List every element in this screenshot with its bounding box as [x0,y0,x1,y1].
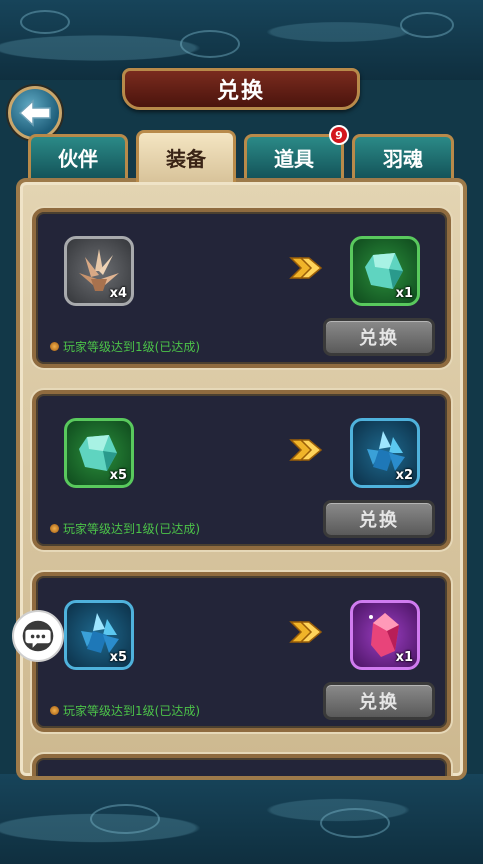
exchange-arrow-icon [289,439,323,461]
tab-label: 伙伴 [58,147,98,171]
exchange-button[interactable]: 兑换 [323,682,435,720]
chat-bubble-icon [22,620,54,652]
exchange-panel: x4 x1 玩家等级达到1级(已达成) 兑换 x5 x2 玩家等级达到1级(已达… [16,178,467,780]
back-arrow-icon [18,99,51,127]
item-quantity: x5 [109,650,127,665]
exchange-arrow-icon [289,257,323,279]
exchange-card: x5 x1 玩家等级达到1级(已达成) 兑换 [32,572,451,732]
bottom-ornament-background [0,774,483,864]
exchange-arrow-icon [289,621,323,643]
cloud-ornament [400,12,454,38]
tab-partners[interactable]: 伙伴 [28,134,128,178]
exchange-card [32,754,451,776]
bullet-icon [50,342,59,351]
tab-feather-soul[interactable]: 羽魂 [352,134,454,178]
page-title: 兑换 [216,79,265,104]
cloud-ornament [320,808,390,838]
tab-equipment[interactable]: 装备 [136,130,236,182]
tab-label: 羽魂 [383,147,423,171]
condition-row: 玩家等级达到1级(已达成) [50,338,200,355]
cloud-ornament [20,10,70,34]
exchange-button-label: 兑换 [359,692,399,713]
exchange-button-label: 兑换 [359,328,399,349]
title-plaque: 兑换 [122,68,360,110]
output-item-slot[interactable]: x1 [350,600,420,670]
condition-text: 玩家等级达到1级(已达成) [63,704,200,718]
condition-text: 玩家等级达到1级(已达成) [63,340,200,354]
exchange-card: x4 x1 玩家等级达到1级(已达成) 兑换 [32,208,451,368]
exchange-button[interactable]: 兑换 [323,318,435,356]
tab-label: 装备 [166,147,206,171]
output-item-slot[interactable]: x2 [350,418,420,488]
output-item-slot[interactable]: x1 [350,236,420,306]
item-quantity: x1 [395,286,413,301]
chat-button[interactable] [12,610,64,662]
input-item-slot[interactable]: x4 [64,236,134,306]
condition-row: 玩家等级达到1级(已达成) [50,702,200,719]
bullet-icon [50,524,59,533]
back-button[interactable] [8,86,62,140]
item-quantity: x1 [395,650,413,665]
condition-row: 玩家等级达到1级(已达成) [50,520,200,537]
input-item-slot[interactable]: x5 [64,418,134,488]
cloud-ornament [180,30,240,58]
tab-items[interactable]: 道具 9 [244,125,349,178]
input-item-slot[interactable]: x5 [64,600,134,670]
exchange-button-label: 兑换 [359,510,399,531]
notification-badge: 9 [329,125,349,145]
cloud-ornament [90,804,160,834]
item-quantity: x4 [109,286,127,301]
item-quantity: x2 [395,468,413,483]
condition-text: 玩家等级达到1级(已达成) [63,522,200,536]
exchange-button[interactable]: 兑换 [323,500,435,538]
tab-label: 道具 [274,147,314,171]
item-quantity: x5 [109,468,127,483]
bullet-icon [50,706,59,715]
exchange-card: x5 x2 玩家等级达到1级(已达成) 兑换 [32,390,451,550]
